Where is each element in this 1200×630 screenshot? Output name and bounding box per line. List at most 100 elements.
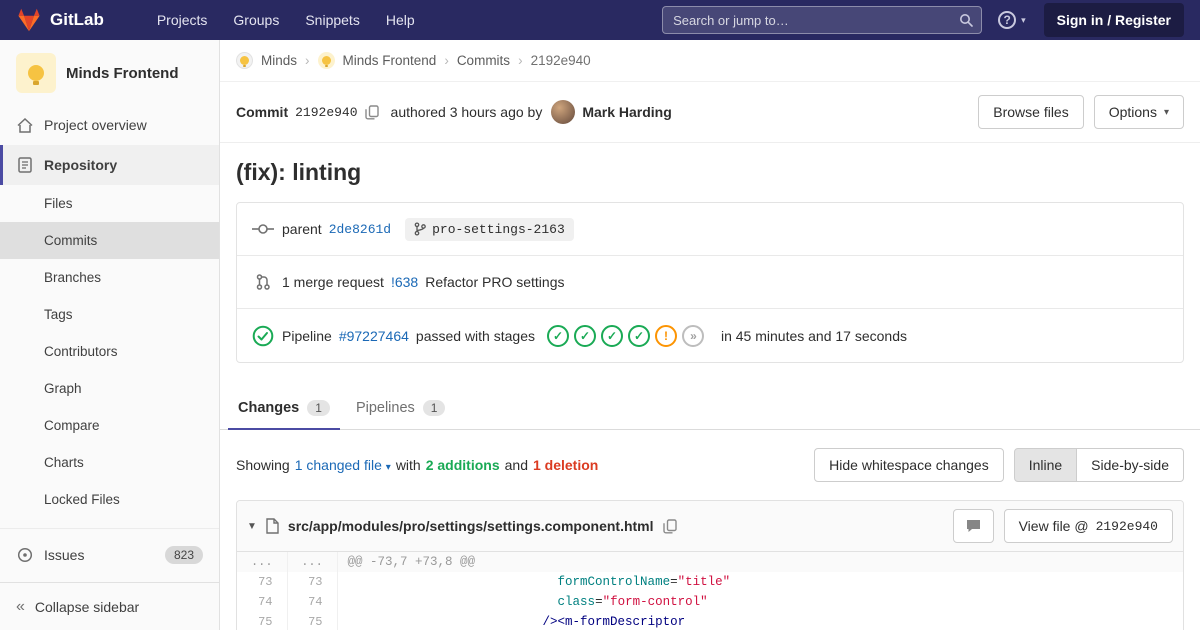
sidebar-item-label: Issues	[44, 547, 84, 563]
sidebar: Minds Frontend Project overview Repos	[0, 40, 220, 630]
browse-files-button[interactable]: Browse files	[978, 95, 1083, 129]
pipeline-stage-passed-icon[interactable]: ✓	[574, 325, 596, 347]
top-navbar: GitLab Projects Groups Snippets Help ? ▾…	[0, 0, 1200, 40]
comment-bubble-icon	[966, 519, 981, 533]
nav-item-groups[interactable]: Groups	[220, 0, 292, 40]
breadcrumb-current-sha: 2192e940	[531, 53, 591, 68]
sidebar-item-graph[interactable]: Graph	[0, 370, 219, 407]
sidebar-item-label: Project overview	[44, 117, 147, 133]
view-file-label: View file @	[1019, 518, 1089, 534]
pipeline-status-text: passed with stages	[416, 328, 535, 344]
status-passed-icon	[251, 325, 275, 347]
inline-view-button[interactable]: Inline	[1014, 448, 1077, 482]
commit-meta-box: parent 2de8261d pro-settings-2163	[236, 202, 1184, 363]
nav-item-projects[interactable]: Projects	[144, 0, 221, 40]
side-by-side-view-button[interactable]: Side-by-side	[1077, 448, 1184, 482]
search-input[interactable]	[662, 6, 982, 34]
sidebar-item-locked-files[interactable]: Locked Files	[0, 481, 219, 518]
sign-in-button[interactable]: Sign in / Register	[1044, 3, 1184, 37]
hide-whitespace-button[interactable]: Hide whitespace changes	[814, 448, 1004, 482]
nav-item-help[interactable]: Help	[373, 0, 428, 40]
branch-ref-chip[interactable]: pro-settings-2163	[405, 218, 574, 241]
pipeline-stage-skipped-icon[interactable]: »	[682, 325, 704, 347]
copy-file-path-button[interactable]	[663, 519, 677, 534]
old-line-number[interactable]: 74	[237, 592, 287, 612]
commit-title: (fix): linting	[236, 159, 1184, 186]
pipeline-stage-passed-icon[interactable]: ✓	[601, 325, 623, 347]
pipeline-stage-passed-icon[interactable]: ✓	[547, 325, 569, 347]
diff-table: ......@@ -73,7 +73,8 @@7373 formControlN…	[237, 552, 1183, 630]
code-line: /><m-formDescriptor	[337, 612, 1183, 630]
sidebar-item-charts[interactable]: Charts	[0, 444, 219, 481]
project-avatar[interactable]	[16, 53, 56, 93]
diff-file-header: ▼ src/app/modules/pro/settings/settings.…	[237, 501, 1183, 552]
new-line-number[interactable]: 74	[287, 592, 337, 612]
repository-icon	[16, 157, 34, 173]
lightbulb-icon	[28, 65, 44, 81]
sidebar-item-repository[interactable]: Repository	[0, 145, 219, 185]
project-name[interactable]: Minds Frontend	[66, 65, 179, 82]
diff-view-toggle: Inline Side-by-side	[1014, 448, 1184, 482]
changed-files-dropdown[interactable]: 1 changed file ▾	[295, 457, 391, 473]
tab-pipelines[interactable]: Pipelines 1	[346, 389, 456, 429]
diff-file-actions: View file @ 2192e940	[953, 509, 1173, 543]
issues-icon	[16, 547, 34, 563]
main-content: Minds › Minds Frontend › Commits › 2192e…	[220, 40, 1200, 630]
nav-item-snippets[interactable]: Snippets	[292, 0, 372, 40]
new-line-number[interactable]: 75	[287, 612, 337, 630]
collapse-sidebar-button[interactable]: « Collapse sidebar	[0, 582, 219, 630]
toggle-comments-button[interactable]	[953, 509, 994, 543]
old-line-number[interactable]: 75	[237, 612, 287, 630]
merge-request-icon	[251, 274, 275, 290]
options-dropdown-button[interactable]: Options ▾	[1094, 95, 1184, 129]
merge-request-row: 1 merge request !638 Refactor PRO settin…	[237, 256, 1183, 309]
pipeline-id-link[interactable]: #97227464	[339, 328, 409, 344]
sidebar-item-commits[interactable]: Commits	[0, 222, 219, 259]
sidebar-item-branches[interactable]: Branches	[0, 259, 219, 296]
breadcrumb: Minds › Minds Frontend › Commits › 2192e…	[220, 40, 1200, 82]
diff-line-row: 7575 /><m-formDescriptor	[237, 612, 1183, 630]
author-avatar[interactable]	[551, 100, 575, 124]
sidebar-item-compare[interactable]: Compare	[0, 407, 219, 444]
sidebar-item-project-overview[interactable]: Project overview	[0, 105, 219, 145]
merge-request-link[interactable]: !638	[391, 274, 418, 290]
main-menu: Projects Groups Snippets Help	[144, 0, 428, 40]
gitlab-home-link[interactable]: GitLab	[16, 8, 104, 32]
authored-text: authored 3 hours ago by	[391, 104, 543, 120]
search-box	[662, 6, 982, 34]
old-line-number[interactable]: 73	[237, 572, 287, 592]
help-dropdown[interactable]: ? ▾	[998, 11, 1026, 29]
diff-file-path[interactable]: src/app/modules/pro/settings/settings.co…	[288, 518, 654, 534]
sidebar-item-issues[interactable]: Issues 823	[0, 535, 219, 575]
view-file-button[interactable]: View file @ 2192e940	[1004, 509, 1173, 543]
tab-count-badge: 1	[423, 400, 446, 416]
breadcrumb-commits-link[interactable]: Commits	[457, 53, 510, 68]
view-file-sha: 2192e940	[1096, 519, 1158, 534]
pipeline-stage-passed-icon[interactable]: ✓	[628, 325, 650, 347]
author-name-link[interactable]: Mark Harding	[582, 104, 671, 120]
tab-count-badge: 1	[307, 400, 330, 416]
sidebar-item-contributors[interactable]: Contributors	[0, 333, 219, 370]
collapse-diff-caret-icon[interactable]: ▼	[247, 521, 257, 532]
search-icon	[959, 13, 973, 27]
lightbulb-icon	[322, 56, 331, 65]
new-line-number[interactable]: 73	[287, 572, 337, 592]
breadcrumb-project-link[interactable]: Minds Frontend	[343, 53, 437, 68]
breadcrumb-group-link[interactable]: Minds	[261, 53, 297, 68]
parent-sha-link[interactable]: 2de8261d	[329, 222, 391, 237]
branch-icon	[414, 222, 426, 236]
parent-commit-row: parent 2de8261d pro-settings-2163	[237, 203, 1183, 256]
changed-files-label: 1 changed file	[295, 457, 382, 473]
hunk-header: @@ -73,7 +73,8 @@	[337, 552, 1183, 572]
with-label: with	[396, 457, 421, 473]
tab-changes[interactable]: Changes 1	[228, 389, 340, 429]
lightbulb-icon	[240, 56, 249, 65]
copy-commit-sha-button[interactable]	[365, 105, 379, 120]
chevron-down-icon: ▾	[386, 462, 391, 473]
sidebar-item-files[interactable]: Files	[0, 185, 219, 222]
home-icon	[16, 118, 34, 133]
pipeline-stage-warning-icon[interactable]: !	[655, 325, 677, 347]
commit-label: Commit	[236, 104, 288, 120]
breadcrumb-separator: ›	[444, 53, 449, 68]
sidebar-item-tags[interactable]: Tags	[0, 296, 219, 333]
